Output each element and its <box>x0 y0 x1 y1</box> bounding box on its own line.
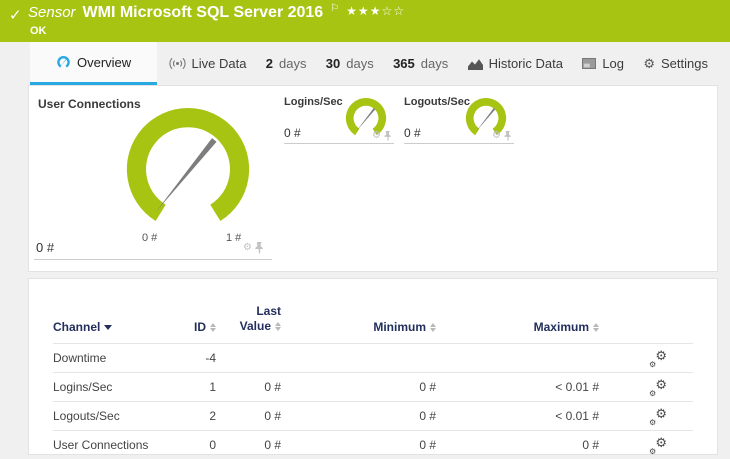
cell-maximum: < 0.01 # <box>555 409 599 423</box>
flag-icon[interactable]: ⚐ <box>330 3 339 14</box>
column-header-maximum[interactable]: Maximum <box>436 320 599 334</box>
column-header-channel[interactable]: Channel <box>53 320 168 334</box>
gauge-corner-actions: ⚙ <box>243 242 264 254</box>
tab-365-days-unit: days <box>420 56 449 71</box>
cell-channel: Logins/Sec <box>53 380 113 394</box>
tab-log-label: Log <box>602 56 625 71</box>
gauge-title: Logins/Sec <box>284 96 343 108</box>
cell-maximum: 0 # <box>582 438 599 452</box>
stars-empty: ☆☆ <box>381 4 405 18</box>
cell-minimum: 0 # <box>419 438 436 452</box>
sensor-status-bar: ✓ Sensor WMI Microsoft SQL Server 2016 ⚐… <box>0 0 730 42</box>
sort-desc-caret-icon <box>104 325 113 331</box>
tab-live-data-label: Live Data <box>191 56 247 71</box>
historic-chart-icon <box>467 58 483 70</box>
tab-settings-label: Settings <box>661 56 708 71</box>
gauge-current-value: 0 # <box>404 126 421 140</box>
tab-log[interactable]: Log <box>574 42 632 85</box>
channel-table-header: Channel ID Last Value Minimum Maximum <box>53 279 693 343</box>
tab-2-days-unit: days <box>279 56 307 71</box>
gauge-scale-min: 0 # <box>142 232 158 244</box>
cell-id: 0 <box>209 438 216 452</box>
channel-settings-gears-icon[interactable]: ⚙ ⚙ <box>649 378 667 398</box>
priority-stars[interactable]: ★★★☆☆ <box>346 4 405 18</box>
cell-minimum: 0 # <box>419 380 436 394</box>
cell-last-value: 0 # <box>264 409 281 423</box>
tab-365-days-number: 365 <box>393 56 415 71</box>
cell-id: 2 <box>209 409 216 423</box>
settings-gear-icon: ⚙ <box>643 56 655 71</box>
gauge-current-value: 0 # <box>284 126 301 140</box>
gauge-pin-icon[interactable] <box>384 131 392 141</box>
gauge-icon <box>57 55 70 68</box>
tab-live-data[interactable]: Live Data <box>161 42 255 85</box>
gauge-scale-max: 1 # <box>226 232 242 244</box>
cell-minimum: 0 # <box>419 409 436 423</box>
tab-overview-label: Overview <box>77 54 132 70</box>
channel-table-panel: Channel ID Last Value Minimum Maximum Dow… <box>28 278 718 455</box>
table-row-logins-sec: Logins/Sec 1 0 # 0 # < 0.01 # ⚙ ⚙ <box>53 372 693 401</box>
cell-channel: Downtime <box>53 351 107 365</box>
gauge-pin-icon[interactable] <box>504 131 512 141</box>
tab-2-days[interactable]: 2 days <box>258 42 315 85</box>
column-header-last-value[interactable]: Last Value <box>216 304 281 334</box>
user-connections-gauge-chart <box>126 108 250 222</box>
live-data-icon <box>168 57 186 70</box>
status-ok-check-icon: ✓ <box>9 7 22 24</box>
channel-settings-gears-icon[interactable]: ⚙ ⚙ <box>649 436 667 456</box>
gauge-user-connections: User Connections 0 # 1 # 0 # ⚙ <box>34 94 272 260</box>
tab-historic-data-label: Historic Data <box>488 56 563 71</box>
gauge-logins-sec: Logins/Sec 0 # ⚙ <box>284 94 394 144</box>
column-header-id[interactable]: ID <box>168 320 216 334</box>
tab-30-days[interactable]: 30 days <box>318 42 382 85</box>
overview-gauges-panel: User Connections 0 # 1 # 0 # ⚙ Logins/Se… <box>28 85 718 272</box>
gauge-logouts-sec: Logouts/Sec 0 # ⚙ <box>404 94 514 144</box>
channel-settings-gears-icon[interactable]: ⚙ ⚙ <box>649 349 667 369</box>
stars-filled: ★★★ <box>346 4 382 18</box>
cell-last-value: 0 # <box>264 438 281 452</box>
cell-id: 1 <box>209 380 216 394</box>
column-header-minimum[interactable]: Minimum <box>281 320 436 334</box>
cell-id: -4 <box>205 351 216 365</box>
channel-settings-gears-icon[interactable]: ⚙ ⚙ <box>649 407 667 427</box>
cell-channel: User Connections <box>53 438 149 452</box>
sensor-title: WMI Microsoft SQL Server 2016 <box>82 4 324 21</box>
gauge-corner-actions: ⚙ <box>372 131 392 141</box>
cell-channel: Logouts/Sec <box>53 409 120 423</box>
table-row-downtime: Downtime -4 ⚙ ⚙ <box>53 343 693 372</box>
sort-updown-icon <box>593 323 599 333</box>
object-kind-label: Sensor <box>28 4 76 21</box>
cell-maximum: < 0.01 # <box>555 380 599 394</box>
gauge-settings-icon[interactable]: ⚙ <box>492 131 501 141</box>
gauge-corner-actions: ⚙ <box>492 131 512 141</box>
cell-last-value: 0 # <box>264 380 281 394</box>
log-icon <box>582 58 597 69</box>
tab-historic-data[interactable]: Historic Data <box>460 42 571 85</box>
tab-30-days-number: 30 <box>325 56 341 71</box>
tab-settings[interactable]: ⚙ Settings <box>635 42 716 85</box>
table-row-logouts-sec: Logouts/Sec 2 0 # 0 # < 0.01 # ⚙ ⚙ <box>53 401 693 430</box>
gauge-title: Logouts/Sec <box>404 96 471 108</box>
tab-2-days-number: 2 <box>265 56 273 71</box>
tab-365-days[interactable]: 365 days <box>385 42 456 85</box>
gauge-current-value: 0 # <box>36 240 55 255</box>
gauge-pin-icon[interactable] <box>255 242 264 254</box>
tab-overview[interactable]: Overview <box>30 42 158 85</box>
tab-bar: Overview Live Data 2 days 30 days 365 da… <box>0 42 730 85</box>
gauge-settings-icon[interactable]: ⚙ <box>243 243 252 253</box>
sensor-status-text: OK <box>30 25 47 37</box>
sensor-title-line: Sensor WMI Microsoft SQL Server 2016 ⚐ ★… <box>28 3 405 22</box>
channel-table: Channel ID Last Value Minimum Maximum Dow… <box>29 279 717 459</box>
tab-30-days-unit: days <box>346 56 374 71</box>
gauge-settings-icon[interactable]: ⚙ <box>372 131 381 141</box>
